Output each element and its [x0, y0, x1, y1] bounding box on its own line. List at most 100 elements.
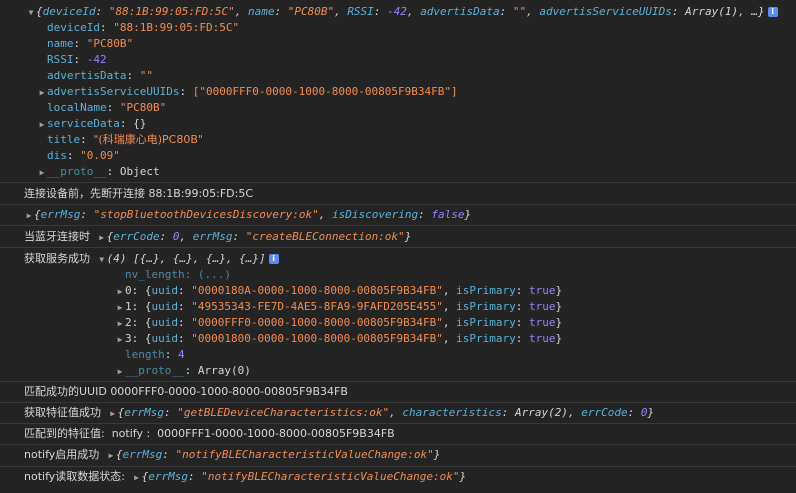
notify-key-errMsg: errMsg [122, 448, 163, 461]
service-isPrimary: true [529, 284, 556, 297]
summary-key-advertisData: advertisData [420, 5, 500, 18]
expand-triangle-icon[interactable]: ▶ [132, 470, 142, 486]
expand-triangle-icon[interactable]: ▶ [115, 300, 125, 316]
divider [0, 182, 796, 183]
notify-val-errMsg: "notifyBLECharacteristicValueChange:ok" [175, 448, 434, 461]
expand-triangle-icon[interactable]: ▶ [106, 448, 116, 464]
expand-triangle-icon[interactable]: ▶ [115, 284, 125, 300]
chars-val-errMsg: "getBLEDeviceCharacteristics:ok" [177, 406, 390, 419]
chars-key-characteristics: characteristics [402, 406, 502, 419]
prop-title: title: "(科瑞康心电)PC80B" [47, 133, 203, 146]
read-key-errMsg: errMsg [148, 470, 188, 483]
device-object-summary[interactable]: ▼ {deviceId: "88:1B:99:05:FD:5C", name: "… [26, 4, 796, 21]
prop-name: name: "PC80B" [47, 37, 134, 50]
conn-val-errMsg: "createBLEConnection:ok" [245, 230, 405, 243]
chars-label: 获取特征值成功 [24, 406, 101, 419]
notify-label: notify启用成功 [24, 448, 100, 461]
summary-key-name: name [247, 5, 275, 18]
prop-rssi: RSSI: -42 [47, 53, 107, 66]
service-uuid: "0000180A-0000-1000-8000-00805F9B34FB" [191, 284, 443, 297]
log-stop-discovery[interactable]: ▶ {errMsg: "stopBluetoothDevicesDiscovery… [24, 207, 796, 224]
collapse-triangle-icon[interactable]: ▼ [97, 252, 107, 268]
expand-triangle-icon[interactable]: ▶ [108, 406, 118, 422]
services-nv-length: nv_length: (...) [125, 268, 231, 281]
log-characteristics[interactable]: 获取特征值成功 ▶ {errMsg: "getBLEDeviceCharacter… [24, 405, 796, 422]
expand-triangle-icon[interactable]: ▶ [24, 208, 34, 224]
service-row[interactable]: ▶ 0: {uuid: "0000180A-0000-1000-8000-0080… [115, 283, 796, 300]
divider [0, 247, 796, 248]
expand-triangle-icon[interactable]: ▶ [97, 230, 107, 246]
service-index: 2 [125, 316, 132, 329]
length-key: length [125, 348, 165, 361]
log-notify-read[interactable]: notify读取数据状态: ▶ {errMsg: "notifyBLECharac… [24, 469, 796, 486]
prop-dis: dis: "0.09" [47, 149, 120, 162]
expand-triangle-icon[interactable]: ▶ [37, 85, 47, 101]
service-isPrimary: true [529, 316, 556, 329]
service-uuid: "49535343-FE7D-4AE5-8FA9-9FAFD205E455" [191, 300, 443, 313]
expand-triangle-icon[interactable]: ▶ [115, 364, 125, 380]
prop-rssi-value: -42 [86, 53, 107, 66]
info-icon[interactable]: i [767, 7, 778, 17]
service-isPrimary: true [529, 332, 556, 345]
service-uuid: "0000FFF0-0000-1000-8000-00805F9B34FB" [191, 316, 443, 329]
prop-deviceId-value: "88:1B:99:05:FD:5C" [113, 21, 240, 34]
summary-key-uuids: advertisServiceUUIDs [539, 5, 672, 18]
divider [0, 444, 796, 445]
divider [0, 381, 796, 382]
log-disconnect: 连接设备前，先断开连接 88:1B:99:05:FD:5C [24, 187, 254, 200]
services-length: length: 4 [125, 348, 185, 361]
proto-value: Object [119, 165, 160, 178]
prop-dis-value: "0.09" [80, 149, 120, 162]
service-isPrimary: true [529, 300, 556, 313]
summary-key-rssi: RSSI [347, 5, 374, 18]
prop-serviceData[interactable]: ▶ serviceData: {} [37, 116, 796, 133]
stop-key-isDiscovering: isDiscovering [332, 208, 419, 221]
service-uuid: "00001800-0000-1000-8000-00805F9B34FB" [191, 332, 443, 345]
divider [0, 423, 796, 424]
divider [0, 204, 796, 205]
expand-triangle-icon[interactable]: ▶ [115, 316, 125, 332]
prop-advertisServiceUUIDs[interactable]: ▶ advertisServiceUUIDs: ["0000FFF0-0000-1… [37, 84, 796, 101]
divider [0, 402, 796, 403]
divider [0, 466, 796, 467]
conn-key-errCode: errCode [113, 230, 160, 243]
chars-val-characteristics: Array(2) [515, 406, 568, 419]
prop-title-value: "(科瑞康心电)PC80B" [93, 133, 203, 146]
service-index: 3 [125, 332, 132, 345]
prop-serviceData-value: {} [133, 117, 147, 130]
service-index: 1 [125, 300, 132, 313]
prop-deviceId: deviceId: "88:1B:99:05:FD:5C" [47, 21, 240, 34]
length-value: 4 [178, 348, 185, 361]
prop-localName: localName: "PC80B" [47, 101, 167, 114]
collapse-triangle-icon[interactable]: ▼ [26, 5, 36, 21]
prop-name-value: "PC80B" [86, 37, 134, 50]
divider [0, 225, 796, 226]
conn-key-errMsg: errMsg [192, 230, 233, 243]
info-icon[interactable]: i [268, 254, 279, 264]
prop-proto[interactable]: ▶ __proto__: Object [37, 164, 796, 181]
services-proto[interactable]: ▶ __proto__: Array(0) [115, 363, 796, 380]
prop-advertisData: advertisData: "" [47, 69, 153, 82]
log-services[interactable]: 获取服务成功 ▼ (4) [{…}, {…}, {…}, {…}] i [24, 251, 796, 268]
expand-triangle-icon[interactable]: ▶ [115, 332, 125, 348]
service-index: 0 [125, 284, 132, 297]
summary-val-rssi: -42 [387, 5, 407, 18]
expand-triangle-icon[interactable]: ▶ [37, 117, 47, 133]
proto-key: __proto__ [47, 165, 107, 178]
service-row[interactable]: ▶ 2: {uuid: "0000FFF0-0000-1000-8000-0080… [115, 315, 796, 332]
stop-key-errMsg: errMsg [40, 208, 81, 221]
summary-val-name: "PC80B" [287, 5, 335, 18]
stop-val-isDiscovering: false [431, 208, 465, 221]
prop-localName-value: "PC80B" [119, 101, 167, 114]
expand-triangle-icon[interactable]: ▶ [37, 165, 47, 181]
summary-tail: …} [751, 5, 765, 18]
service-row[interactable]: ▶ 1: {uuid: "49535343-FE7D-4AE5-8FA9-9FAF… [115, 299, 796, 316]
summary-open: { [36, 5, 43, 18]
log-connection[interactable]: 当蓝牙连接时 ▶ {errCode: 0, errMsg: "createBLEC… [24, 229, 796, 246]
chars-key-errMsg: errMsg [124, 406, 164, 419]
connected-label: 当蓝牙连接时 [24, 230, 90, 243]
stop-val-errMsg: "stopBluetoothDevicesDiscovery:ok" [93, 208, 319, 221]
log-matched-uuid: 匹配成功的UUID 0000FFF0-0000-1000-8000-00805F… [24, 385, 348, 398]
log-notify-enabled[interactable]: notify启用成功 ▶ {errMsg: "notifyBLECharacter… [24, 447, 796, 464]
service-row[interactable]: ▶ 3: {uuid: "00001800-0000-1000-8000-0080… [115, 331, 796, 348]
